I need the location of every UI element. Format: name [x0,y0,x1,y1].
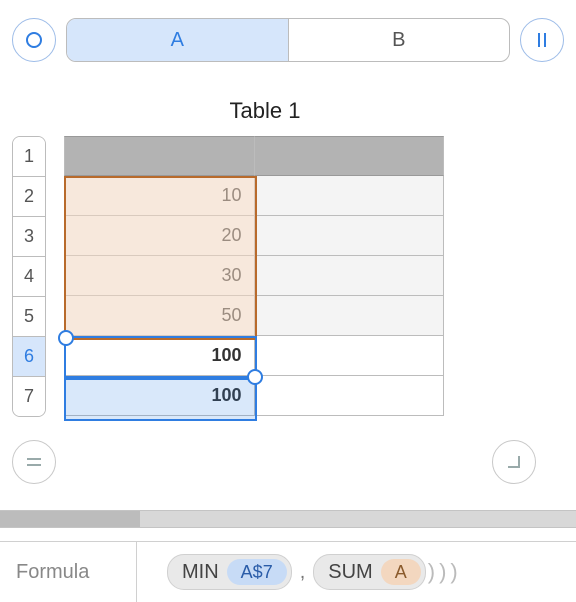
horizontal-scrollbar[interactable] [0,510,576,528]
cell-ref-chip[interactable]: A [381,559,421,585]
circle-icon [25,31,43,49]
select-all-circle-button[interactable] [12,18,56,62]
row-header-2[interactable]: 2 [13,177,45,217]
formula-label: Formula [0,542,137,602]
row-header-6[interactable]: 6 [13,337,45,377]
cell-b1[interactable] [255,136,445,176]
cell-ref-chip[interactable]: A$7 [227,559,287,585]
cell-b5[interactable] [255,296,445,336]
cell-b3[interactable] [255,216,445,256]
cell-a4[interactable]: 30 [64,256,255,296]
table-title[interactable]: Table 1 [64,98,466,124]
cell-a7[interactable]: 100 [64,376,255,416]
row-header-1[interactable]: 1 [13,137,45,177]
selection-handle-top-left[interactable] [58,330,74,346]
cell-b4[interactable] [255,256,445,296]
fn-name-min: MIN [182,561,227,584]
cell-a2[interactable]: 10 [64,176,255,216]
close-paren-icon: ) [426,559,437,585]
pause-icon [533,31,551,49]
formula-comma: , [292,561,314,584]
cell-a3[interactable]: 20 [64,216,255,256]
formula-fn-sum[interactable]: SUM A [313,554,425,590]
table-row: 10 [64,176,444,216]
fn-name-sum: SUM [328,561,380,584]
row-header-4[interactable]: 4 [13,257,45,297]
table-row [64,136,444,176]
cell-a6[interactable]: 100 [64,336,255,376]
cell-b7[interactable] [255,376,445,416]
cell-a5[interactable]: 50 [64,296,255,336]
formula-bar: Formula MIN A$7 , SUM A ) ) ) [0,541,576,602]
column-header-b[interactable]: B [288,19,510,61]
table-row: 30 [64,256,444,296]
column-headers: A B [66,18,510,62]
cell-a1[interactable] [64,136,255,176]
selection-handle-bottom-right[interactable] [247,369,263,385]
row-header-5[interactable]: 5 [13,297,45,337]
row-headers: 1 2 3 4 5 6 7 [12,136,46,417]
table-row: 50 [64,296,444,336]
cell-b2[interactable] [255,176,445,216]
formula-content[interactable]: MIN A$7 , SUM A ) ) ) [137,554,576,590]
formula-fn-min[interactable]: MIN A$7 [167,554,292,590]
add-row-button[interactable] [12,440,56,484]
close-paren-icon: ) [437,559,448,585]
close-paren-icon: ) [448,559,459,585]
cell-b6[interactable] [255,336,445,376]
row-header-3[interactable]: 3 [13,217,45,257]
column-header-a[interactable]: A [67,19,288,61]
add-column-button[interactable] [520,18,564,62]
resize-corner-button[interactable] [492,440,536,484]
enter-icon [505,453,523,471]
equals-icon [25,453,43,471]
row-header-7[interactable]: 7 [13,377,45,416]
table-row: 20 [64,216,444,256]
